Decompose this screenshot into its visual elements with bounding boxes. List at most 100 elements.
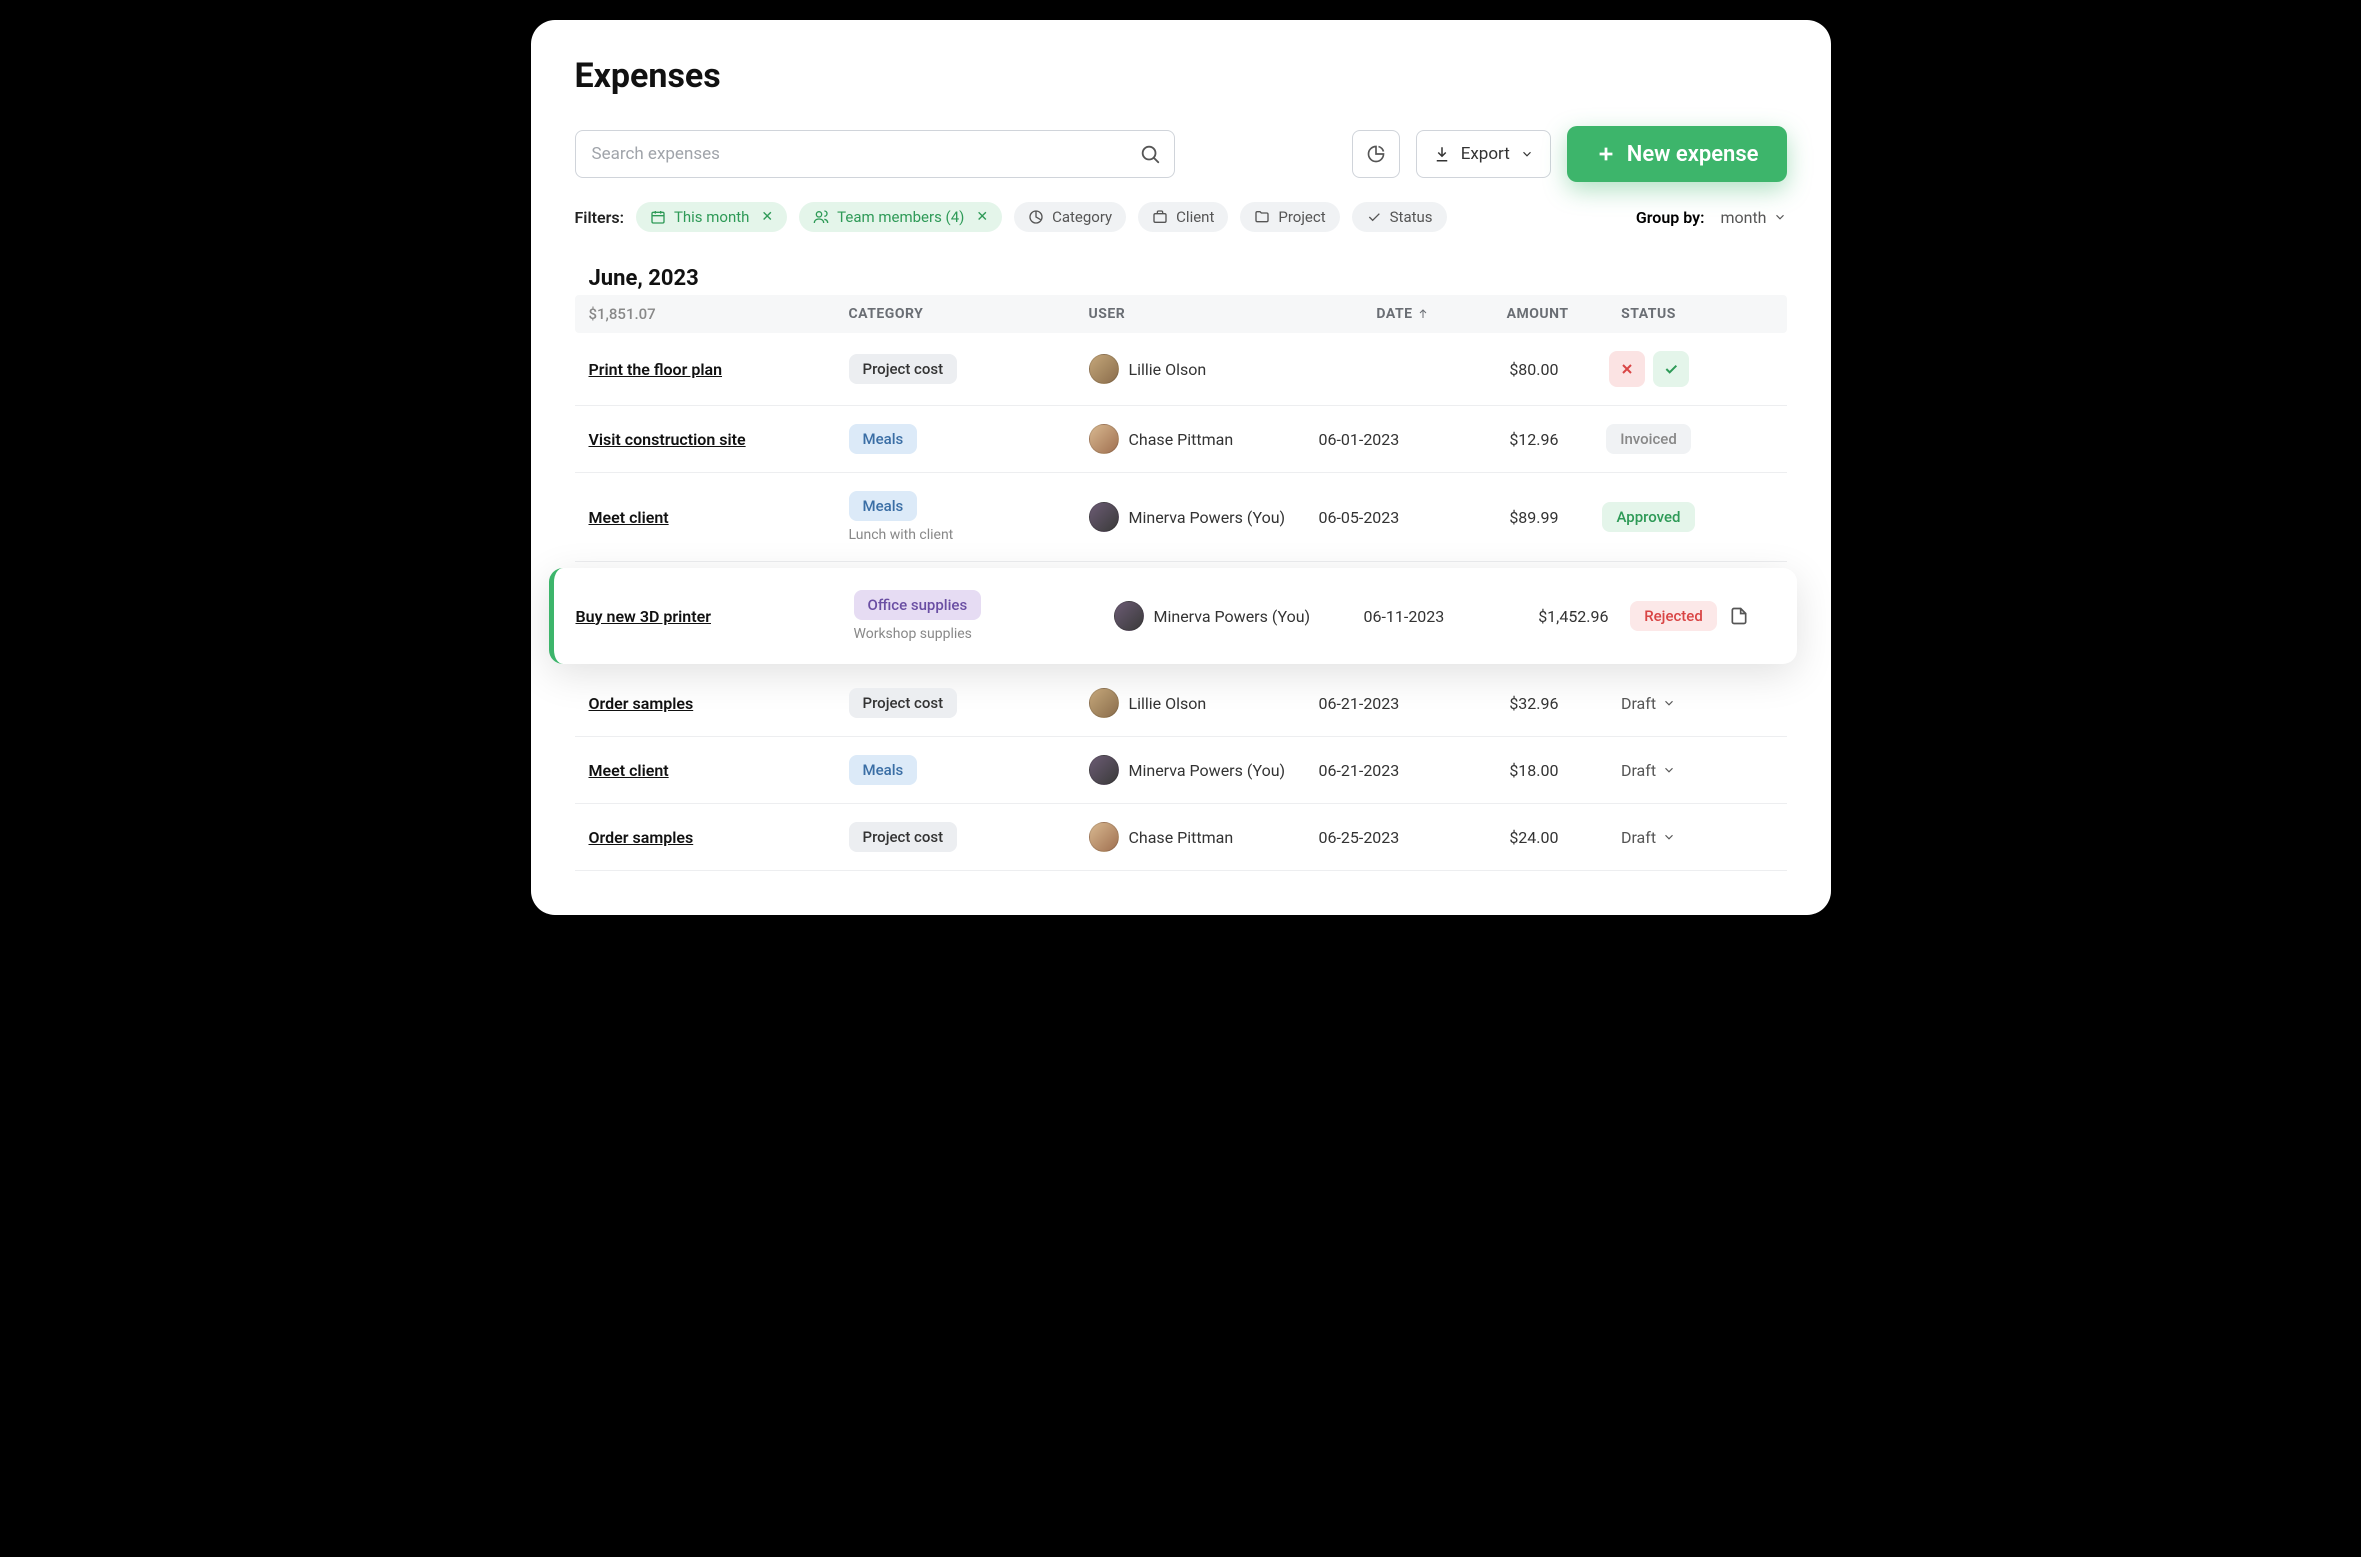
expense-name-link[interactable]: Buy new 3D printer xyxy=(576,607,711,626)
date-cell: 06-05-2023 xyxy=(1319,508,1449,527)
filter-chip-status[interactable]: Status xyxy=(1352,202,1447,232)
close-icon[interactable]: ✕ xyxy=(761,209,773,225)
user-cell: Chase Pittman xyxy=(1089,424,1319,454)
approve-button[interactable] xyxy=(1653,351,1689,387)
search-input[interactable] xyxy=(575,130,1175,178)
search-icon xyxy=(1139,143,1161,165)
chevron-down-icon xyxy=(1773,210,1787,224)
new-expense-button[interactable]: New expense xyxy=(1567,126,1787,182)
expense-name-link[interactable]: Meet client xyxy=(589,508,669,527)
chip-label: Status xyxy=(1390,208,1433,226)
groupby-select[interactable]: month xyxy=(1720,208,1786,227)
filter-chip-category[interactable]: Category xyxy=(1014,202,1126,232)
expense-name-link[interactable]: Meet client xyxy=(589,761,669,780)
user-cell: Minerva Powers (You) xyxy=(1089,755,1319,785)
arrow-up-icon xyxy=(1417,308,1429,320)
chip-label: This month xyxy=(674,208,749,226)
chart-button[interactable] xyxy=(1352,130,1400,178)
col-date[interactable]: DATE xyxy=(1319,306,1449,322)
avatar xyxy=(1089,424,1119,454)
avatar xyxy=(1114,601,1144,631)
avatar xyxy=(1089,822,1119,852)
reject-button[interactable] xyxy=(1609,351,1645,387)
col-status: STATUS xyxy=(1569,306,1729,322)
user-cell: Minerva Powers (You) xyxy=(1114,601,1364,631)
avatar xyxy=(1089,354,1119,384)
filter-chip-team-members[interactable]: Team members (4) ✕ xyxy=(799,202,1002,232)
amount-cell: $1,452.96 xyxy=(1499,607,1619,626)
amount-cell: $24.00 xyxy=(1449,828,1569,847)
briefcase-icon xyxy=(1152,209,1168,225)
chevron-down-icon xyxy=(1520,147,1534,161)
amount-cell: $89.99 xyxy=(1449,508,1569,527)
chip-label: Client xyxy=(1176,208,1214,226)
table-row[interactable]: Print the floor plan Project cost Lillie… xyxy=(575,333,1787,406)
chevron-down-icon xyxy=(1662,696,1676,710)
expense-name-link[interactable]: Order samples xyxy=(589,694,694,713)
expense-name-link[interactable]: Print the floor plan xyxy=(589,360,723,379)
category-pill: Meals xyxy=(849,491,918,521)
download-icon xyxy=(1433,145,1451,163)
col-category: CATEGORY xyxy=(849,306,1089,322)
table-row[interactable]: Order samples Project cost Lillie Olson … xyxy=(575,670,1787,737)
table-row[interactable]: Buy new 3D printer Office supplies Works… xyxy=(549,568,1797,664)
user-cell: Lillie Olson xyxy=(1089,354,1319,384)
user-name: Lillie Olson xyxy=(1129,360,1207,379)
export-button[interactable]: Export xyxy=(1416,130,1551,178)
avatar xyxy=(1089,755,1119,785)
date-cell: 06-25-2023 xyxy=(1319,828,1449,847)
expense-name-link[interactable]: Visit construction site xyxy=(589,430,746,449)
user-name: Chase Pittman xyxy=(1129,828,1234,847)
category-subtext: Workshop supplies xyxy=(854,626,1114,642)
avatar xyxy=(1089,502,1119,532)
col-user: USER xyxy=(1089,306,1319,322)
user-name: Minerva Powers (You) xyxy=(1129,508,1286,527)
user-name: Minerva Powers (You) xyxy=(1129,761,1286,780)
category-pill: Project cost xyxy=(849,822,958,852)
chip-label: Category xyxy=(1052,208,1112,226)
groupby-value: month xyxy=(1720,208,1766,227)
pie-chart-icon xyxy=(1366,144,1386,164)
filters-label: Filters: xyxy=(575,208,624,227)
status-draft-select[interactable]: Draft xyxy=(1621,694,1676,713)
status-badge: Invoiced xyxy=(1606,424,1691,454)
search-wrap xyxy=(575,130,1175,178)
category-pill: Meals xyxy=(849,424,918,454)
category-pill: Meals xyxy=(849,755,918,785)
document-icon[interactable] xyxy=(1729,605,1769,627)
group-total: $1,851.07 xyxy=(589,305,849,323)
status-draft-select[interactable]: Draft xyxy=(1621,761,1676,780)
user-name: Chase Pittman xyxy=(1129,430,1234,449)
users-icon xyxy=(813,209,829,225)
plus-icon xyxy=(1595,143,1617,165)
table-row[interactable]: Order samples Project cost Chase Pittman… xyxy=(575,804,1787,871)
avatar xyxy=(1089,688,1119,718)
pie-icon xyxy=(1028,209,1044,225)
filter-chip-this-month[interactable]: This month ✕ xyxy=(636,202,787,232)
expense-name-link[interactable]: Order samples xyxy=(589,828,694,847)
category-subtext: Lunch with client xyxy=(849,527,1089,543)
col-date-label: DATE xyxy=(1376,306,1412,322)
status-draft-select[interactable]: Draft xyxy=(1621,828,1676,847)
filter-chip-client[interactable]: Client xyxy=(1138,202,1228,232)
date-cell: 06-21-2023 xyxy=(1319,761,1449,780)
table-row[interactable]: Visit construction site Meals Chase Pitt… xyxy=(575,406,1787,473)
group-title: June, 2023 xyxy=(589,266,699,291)
user-cell: Chase Pittman xyxy=(1089,822,1319,852)
user-name: Lillie Olson xyxy=(1129,694,1207,713)
filter-chip-project[interactable]: Project xyxy=(1240,202,1339,232)
close-icon[interactable]: ✕ xyxy=(976,209,988,225)
user-cell: Lillie Olson xyxy=(1089,688,1319,718)
table-row[interactable]: Meet client Meals Minerva Powers (You) 0… xyxy=(575,737,1787,804)
table-body: Print the floor plan Project cost Lillie… xyxy=(575,333,1787,871)
page-title: Expenses xyxy=(575,56,1787,96)
chip-label: Team members (4) xyxy=(837,208,964,226)
chevron-down-icon xyxy=(1662,763,1676,777)
group-header: June, 2023 xyxy=(575,256,1787,295)
folder-icon xyxy=(1254,209,1270,225)
category-pill: Project cost xyxy=(849,688,958,718)
user-cell: Minerva Powers (You) xyxy=(1089,502,1319,532)
table-row[interactable]: Meet client Meals Lunch with client Mine… xyxy=(575,473,1787,562)
status-badge: Rejected xyxy=(1630,601,1717,631)
check-icon xyxy=(1366,209,1382,225)
